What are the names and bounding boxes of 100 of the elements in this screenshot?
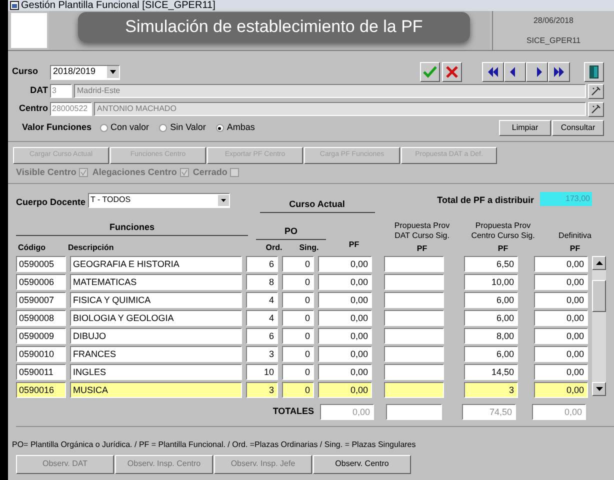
lookup-button[interactable] [588, 84, 604, 98]
description-cell[interactable]: DIBUJO [70, 328, 242, 344]
sing-cell[interactable]: 0 [282, 274, 314, 290]
dat-proposal-cell[interactable] [384, 292, 444, 308]
definitiva-cell[interactable]: 0,00 [534, 382, 588, 398]
code-cell[interactable]: 0590011 [16, 364, 66, 380]
sing-cell[interactable]: 0 [282, 256, 314, 272]
window-title: Gestión Plantilla Funcional [SICE_GPER11] [21, 0, 216, 11]
accept-button[interactable] [420, 62, 440, 82]
centro-proposal-cell[interactable]: 6,00 [464, 310, 518, 326]
flag-label: Cerrado [192, 166, 228, 179]
description-cell[interactable]: FISICA Y QUIMICA [70, 292, 242, 308]
code-cell[interactable]: 0590010 [16, 346, 66, 362]
lookup-button[interactable] [588, 102, 604, 116]
definitiva-cell[interactable]: 0,00 [534, 292, 588, 308]
last-record-button[interactable] [548, 62, 570, 82]
wand-icon [591, 104, 601, 114]
first-record-button[interactable] [482, 62, 504, 82]
ord-cell[interactable]: 4 [246, 310, 278, 326]
pf-cell[interactable]: 0,00 [318, 292, 372, 308]
description-cell[interactable]: FRANCES [70, 346, 242, 362]
pf-cell[interactable]: 0,00 [318, 346, 372, 362]
ord-cell[interactable]: 3 [246, 382, 278, 398]
code-cell[interactable]: 0590005 [16, 256, 66, 272]
description-cell[interactable]: INGLES [70, 364, 242, 380]
definitiva-cell[interactable]: 0,00 [534, 274, 588, 290]
prev-record-button[interactable] [504, 62, 526, 82]
radio-button[interactable] [216, 124, 224, 132]
dat-code-field[interactable]: 3 [50, 84, 72, 98]
pf-cell[interactable]: 0,00 [318, 382, 372, 398]
exit-button[interactable] [584, 62, 604, 82]
cuerpo-dropdown[interactable]: T - TODOS [88, 192, 230, 208]
definitiva-cell[interactable]: 0,00 [534, 310, 588, 326]
radio-button[interactable] [159, 124, 168, 132]
pf-cell[interactable]: 0,00 [318, 310, 372, 326]
dat-proposal-cell[interactable] [384, 274, 444, 290]
sing-cell[interactable]: 0 [282, 382, 314, 398]
ord-cell[interactable]: 6 [246, 328, 278, 344]
description-cell[interactable]: GEOGRAFIA E HISTORIA [70, 256, 242, 272]
code-cell[interactable]: 0590016 [16, 382, 66, 398]
module-code: SICE_GPER11 [526, 34, 581, 46]
dat-total-field[interactable] [386, 404, 442, 420]
date-text: 28/06/2018 [533, 14, 574, 26]
sing-cell[interactable]: 0 [282, 364, 314, 380]
centro-proposal-cell[interactable]: 14,50 [464, 364, 518, 380]
dat-proposal-cell[interactable] [384, 310, 444, 326]
observation-button[interactable]: Observ. Centro [313, 454, 411, 474]
centro-proposal-cell[interactable]: 3 [464, 382, 518, 398]
radio-button[interactable] [100, 124, 108, 132]
ord-cell[interactable]: 4 [246, 292, 278, 308]
description-cell[interactable]: MUSICA [70, 382, 242, 398]
column-header: PF [348, 238, 360, 250]
pf-cell[interactable]: 0,00 [318, 256, 372, 272]
left-arrow-icon [487, 67, 499, 77]
query-button[interactable]: Consultar [552, 120, 604, 136]
sing-cell[interactable]: 0 [282, 292, 314, 308]
sing-cell[interactable]: 0 [282, 310, 314, 326]
curso-dropdown[interactable]: 2018/2019 [50, 64, 120, 80]
definitiva-cell[interactable]: 0,00 [534, 256, 588, 272]
ord-cell[interactable]: 10 [246, 364, 278, 380]
code-cell[interactable]: 0590008 [16, 310, 66, 326]
dat-proposal-cell[interactable] [384, 346, 444, 362]
column-header: Propuesta Prov [475, 220, 531, 230]
definitiva-cell[interactable]: 0,00 [534, 328, 588, 344]
dat-proposal-cell[interactable] [384, 328, 444, 344]
code-cell[interactable]: 0590007 [16, 292, 66, 308]
scroll-down-button[interactable] [592, 382, 606, 396]
sing-cell[interactable]: 0 [282, 328, 314, 344]
scroll-up-button[interactable] [592, 256, 606, 270]
dat-proposal-cell[interactable] [384, 256, 444, 272]
scrollbar[interactable] [592, 256, 606, 396]
pf-cell[interactable]: 0,00 [318, 364, 372, 380]
code-cell[interactable]: 0590006 [16, 274, 66, 290]
code-cell[interactable]: 0590009 [16, 328, 66, 344]
cancel-button[interactable] [442, 62, 462, 82]
centro-proposal-cell[interactable]: 6,00 [464, 292, 518, 308]
radio-label: Sin Valor [170, 121, 206, 134]
dat-proposal-cell[interactable] [384, 382, 444, 398]
ord-cell[interactable]: 8 [246, 274, 278, 290]
ord-cell[interactable]: 3 [246, 346, 278, 362]
dat-proposal-cell[interactable] [384, 364, 444, 380]
clear-button[interactable]: Limpiar [499, 120, 551, 136]
valor-funciones-label: Valor Funciones [22, 121, 92, 134]
description-cell[interactable]: BIOLOGIA Y GEOLOGIA [70, 310, 242, 326]
po-heading: PO [256, 225, 326, 240]
centro-proposal-cell[interactable]: 10,00 [464, 274, 518, 290]
sing-cell[interactable]: 0 [282, 346, 314, 362]
column-header: PF [498, 244, 508, 254]
centro-proposal-cell[interactable]: 8,00 [464, 328, 518, 344]
centro-proposal-cell[interactable]: 6,50 [464, 256, 518, 272]
definitiva-cell[interactable]: 0,00 [534, 364, 588, 380]
pf-cell[interactable]: 0,00 [318, 274, 372, 290]
description-cell[interactable]: MATEMATICAS [70, 274, 242, 290]
definitiva-cell[interactable]: 0,00 [534, 346, 588, 362]
next-record-button[interactable] [526, 62, 548, 82]
scroll-thumb[interactable] [592, 280, 606, 312]
centro-code-field[interactable]: 28000522 [50, 102, 92, 116]
pf-cell[interactable]: 0,00 [318, 328, 372, 344]
ord-cell[interactable]: 6 [246, 256, 278, 272]
centro-proposal-cell[interactable]: 6,00 [464, 346, 518, 362]
